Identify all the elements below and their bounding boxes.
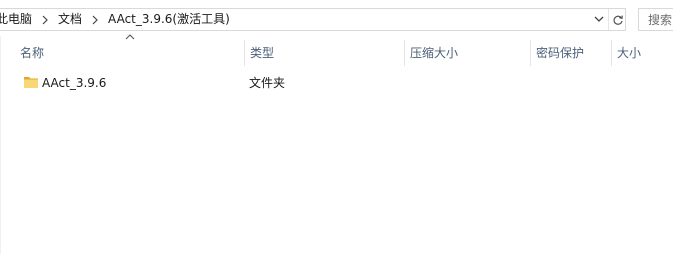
file-list: AAct_3.9.6 文件夹	[0, 70, 673, 96]
address-row: 此电脑 文档 AAct_3.9.6(激活工具)	[0, 0, 673, 36]
breadcrumb-documents[interactable]: 文档	[56, 9, 84, 30]
column-type[interactable]: 类型	[244, 38, 404, 68]
column-header: 名称 类型 压缩大小 密码保护 大小	[0, 38, 673, 68]
navigation-pane-edge	[0, 36, 1, 254]
chevron-down-icon[interactable]	[590, 9, 608, 30]
list-item[interactable]: AAct_3.9.6 文件夹	[0, 70, 673, 96]
file-name[interactable]: AAct_3.9.6	[42, 70, 106, 96]
breadcrumb-this-pc[interactable]: 此电脑	[0, 9, 34, 30]
search-box[interactable]	[638, 8, 673, 31]
folder-icon	[24, 77, 38, 88]
search-input[interactable]	[639, 9, 673, 30]
breadcrumb: 此电脑 文档 AAct_3.9.6(激活工具)	[0, 9, 232, 30]
column-name[interactable]: 名称	[14, 38, 244, 68]
column-size[interactable]: 大小	[611, 38, 673, 68]
address-bar[interactable]: 此电脑 文档 AAct_3.9.6(激活工具)	[0, 8, 626, 31]
sort-ascending-icon	[125, 34, 135, 40]
breadcrumb-current-folder[interactable]: AAct_3.9.6(激活工具)	[106, 9, 232, 30]
chevron-right-icon[interactable]	[84, 9, 106, 30]
chevron-right-icon[interactable]	[34, 9, 56, 30]
refresh-icon[interactable]	[608, 9, 626, 30]
column-password-protected[interactable]: 密码保护	[530, 38, 611, 68]
file-explorer-window: 此电脑 文档 AAct_3.9.6(激活工具) 搜索 名称 类型 压缩大小 密码…	[0, 0, 673, 254]
column-compressed-size[interactable]: 压缩大小	[404, 38, 530, 68]
file-type: 文件夹	[249, 76, 286, 90]
